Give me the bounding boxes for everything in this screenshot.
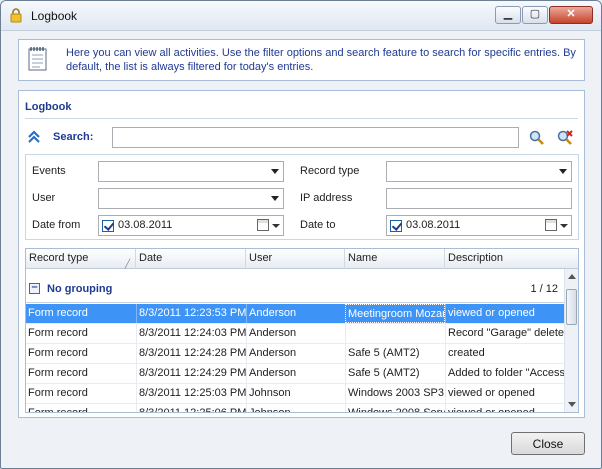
cell-description: Added to folder "Access <box>445 364 564 383</box>
chevron-down-icon <box>271 169 279 174</box>
cell-date: 8/3/2011 12:24:29 PM <box>136 364 246 383</box>
chevron-down-icon[interactable] <box>560 224 568 228</box>
collapse-chevron-icon[interactable] <box>27 130 41 144</box>
info-box: Here you can view all activities. Use th… <box>18 39 585 81</box>
column-header-label: Record type <box>29 252 89 264</box>
date-to-checkbox[interactable] <box>390 220 402 232</box>
cell-record-type: Form record <box>28 307 88 319</box>
column-header-description[interactable]: Description <box>445 249 578 269</box>
scrollbar-thumb[interactable] <box>566 289 577 325</box>
maximize-button[interactable]: ▢ <box>522 6 548 24</box>
table-row[interactable]: Form record 8/3/2011 12:24:03 PM Anderson R… <box>26 324 564 344</box>
chevron-down-icon[interactable] <box>272 224 280 228</box>
table-row[interactable]: Form record 8/3/2011 12:25:06 PM Johnson Wi… <box>26 404 564 413</box>
minimize-button[interactable]: ▁ <box>495 6 521 24</box>
cell-user: Anderson <box>246 304 345 323</box>
chevron-down-icon <box>271 196 279 201</box>
calendar-icon[interactable] <box>257 219 269 231</box>
column-header-user[interactable]: User <box>246 249 345 269</box>
lock-icon <box>10 8 22 23</box>
collapse-group-icon[interactable]: – <box>29 282 40 294</box>
record-type-dropdown[interactable] <box>386 161 572 182</box>
cell-record-type: Form record <box>28 327 88 339</box>
clear-search-icon[interactable] <box>556 129 574 147</box>
notepad-icon <box>28 47 47 71</box>
cell-name: Safe 5 (AMT2) <box>345 364 445 383</box>
date-to-picker[interactable]: 03.08.2011 <box>386 215 572 236</box>
cell-description: Record "Garage" deleted <box>445 324 564 343</box>
column-header-record-type[interactable]: Record type ╱ <box>26 249 136 269</box>
events-dropdown[interactable] <box>98 161 284 182</box>
column-header-date[interactable]: Date <box>136 249 246 269</box>
logbook-window: Logbook ▁ ▢ ✕ Here you can view all acti… <box>0 0 602 469</box>
title-bar[interactable]: Logbook ▁ ▢ ✕ <box>1 1 601 31</box>
panel-title: Logbook <box>25 101 72 113</box>
cell-description: created <box>445 344 564 363</box>
close-button[interactable]: Close <box>511 432 585 455</box>
table-row[interactable]: Form record 8/3/2011 12:23:53 PM Anderson M… <box>26 304 564 324</box>
date-to-label: Date to <box>300 219 336 231</box>
cell-date: 8/3/2011 12:25:06 PM <box>136 404 246 412</box>
cell-name: Windows 2003 SP3 S <box>345 384 445 403</box>
scroll-down-icon[interactable] <box>568 402 576 407</box>
cell-user: Johnson <box>246 384 345 403</box>
group-row[interactable]: – No grouping 1 / 12 <box>26 269 564 303</box>
date-from-picker[interactable]: 03.08.2011 <box>98 215 284 236</box>
cell-name: Windows 2008 Server <box>345 404 445 412</box>
filter-area: Events Record type User IP address Date … <box>25 154 579 240</box>
window-title: Logbook <box>31 9 78 23</box>
cell-date: 8/3/2011 12:24:03 PM <box>136 324 246 343</box>
search-label: Search: <box>53 131 94 143</box>
date-from-value: 03.08.2011 <box>118 219 173 231</box>
cell-user: Johnson <box>246 404 345 412</box>
cell-date: 8/3/2011 12:24:28 PM <box>136 344 246 363</box>
cell-description: viewed or opened <box>445 384 564 403</box>
close-window-button[interactable]: ✕ <box>549 6 593 24</box>
info-text: Here you can view all activities. Use th… <box>66 47 576 73</box>
record-type-label: Record type <box>300 165 360 177</box>
user-dropdown[interactable] <box>98 188 284 209</box>
cell-record-type: Form record <box>28 387 88 399</box>
cell-name: Meetingroom Mozart <box>345 304 445 323</box>
cell-name: Safe 5 (AMT2) <box>345 344 445 363</box>
cell-record-type: Form record <box>28 367 88 379</box>
logbook-panel: Logbook Search: Events Record type User … <box>18 90 585 418</box>
group-count: 1 / 12 <box>530 283 558 295</box>
chevron-down-icon <box>559 169 567 174</box>
cell-description: viewed or opened <box>445 304 564 323</box>
date-from-label: Date from <box>32 219 81 231</box>
search-input[interactable] <box>112 127 519 148</box>
table-row[interactable]: Form record 8/3/2011 12:24:29 PM Anderson S… <box>26 364 564 384</box>
date-to-value: 03.08.2011 <box>406 219 461 231</box>
scroll-up-icon[interactable] <box>568 274 576 279</box>
cell-date: 8/3/2011 12:23:53 PM <box>136 304 246 323</box>
cell-user: Anderson <box>246 344 345 363</box>
logbook-grid: Record type ╱ Date User Name Description… <box>25 248 579 413</box>
cell-user: Anderson <box>246 324 345 343</box>
events-label: Events <box>32 165 66 177</box>
cell-record-type: Form record <box>28 347 88 359</box>
cell-record-type: Form record <box>28 407 88 413</box>
calendar-icon[interactable] <box>545 219 557 231</box>
table-row[interactable]: Form record 8/3/2011 12:24:28 PM Anderson S… <box>26 344 564 364</box>
table-row[interactable]: Form record 8/3/2011 12:25:03 PM Johnson Wi… <box>26 384 564 404</box>
cell-user: Anderson <box>246 364 345 383</box>
group-label: No grouping <box>47 283 113 295</box>
user-label: User <box>32 192 56 204</box>
cell-description: viewed or opened <box>445 404 564 412</box>
ip-address-label: IP address <box>300 192 353 204</box>
vertical-scrollbar[interactable] <box>564 269 578 412</box>
date-from-checkbox[interactable] <box>102 220 114 232</box>
ip-address-input[interactable] <box>386 188 572 209</box>
search-icon[interactable] <box>528 129 546 147</box>
divider <box>25 118 578 119</box>
column-header-name[interactable]: Name <box>345 249 445 269</box>
cell-name <box>345 324 445 343</box>
cell-date: 8/3/2011 12:25:03 PM <box>136 384 246 403</box>
grid-header: Record type ╱ Date User Name Description <box>26 249 578 269</box>
